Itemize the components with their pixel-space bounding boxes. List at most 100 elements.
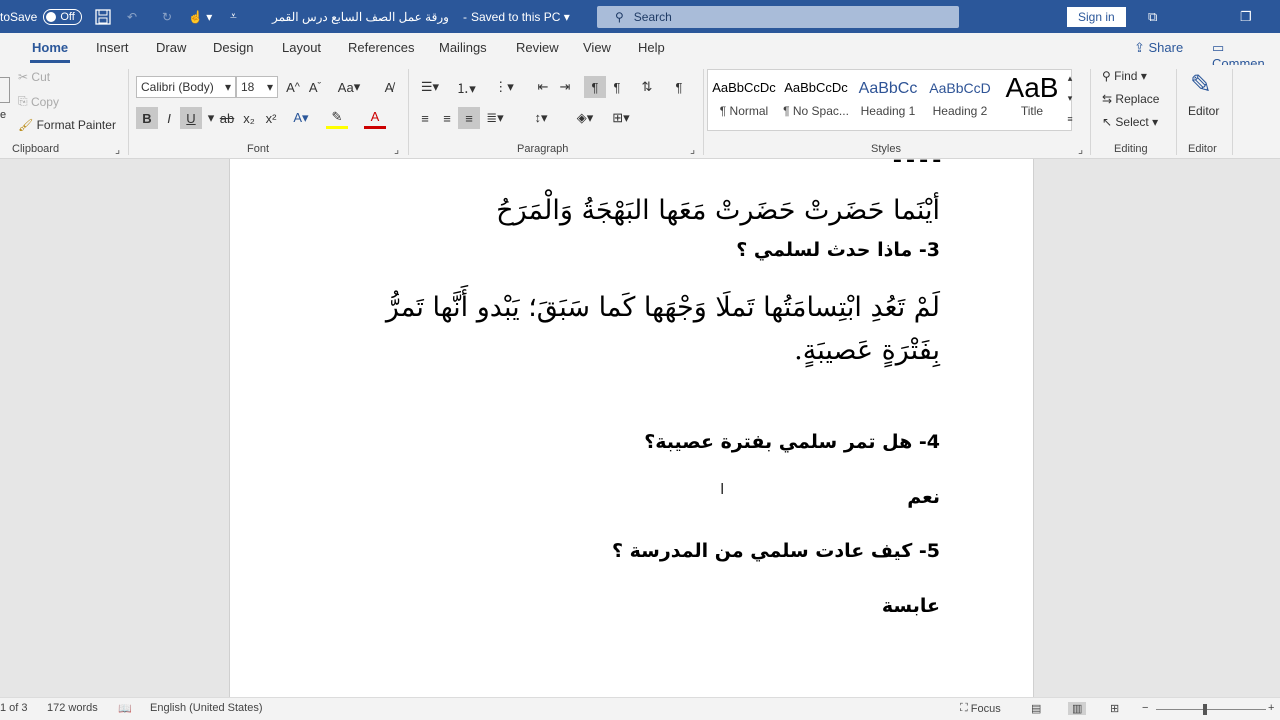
copy-button[interactable]: ⎘ Copy [18, 94, 59, 109]
editor-button-label[interactable]: Editor [1188, 104, 1219, 118]
style-title[interactable]: AaB Title [996, 70, 1068, 130]
scissors-icon: ✂ [18, 70, 29, 84]
align-right-icon[interactable]: ≡ [458, 107, 480, 129]
zoom-slider[interactable] [1156, 709, 1266, 710]
style-no-spacing[interactable]: AaBbCcDc ¶ No Spac... [780, 70, 852, 130]
align-left-icon[interactable]: ≡ [414, 107, 436, 129]
select-button[interactable]: ↖ Select ▾ [1102, 115, 1158, 129]
tab-help[interactable]: Help [638, 40, 665, 55]
document-title: ورقة عمل الصف السابع درس القمر [272, 9, 449, 24]
focus-button[interactable]: ⛶ Focus [960, 702, 1001, 715]
undo-icon[interactable]: ↶ [127, 0, 137, 33]
tab-draw[interactable]: Draw [156, 40, 186, 55]
divider [1176, 69, 1177, 155]
find-button[interactable]: ⚲ Find ▾ [1102, 69, 1147, 83]
touch-mode-icon[interactable]: ☝ ▾ [188, 0, 212, 33]
search-box[interactable]: ⚲ Search [597, 6, 959, 28]
sort-icon[interactable]: ⇅ [636, 76, 658, 98]
tab-insert[interactable]: Insert [96, 40, 129, 55]
line-spacing-icon[interactable]: ↕▾ [526, 107, 556, 129]
autosave-toggle[interactable]: Off [43, 8, 82, 25]
highlight-icon[interactable]: ✎ [326, 107, 348, 129]
tab-review[interactable]: Review [516, 40, 559, 55]
editing-group-label: Editing [1114, 143, 1148, 155]
tab-references[interactable]: References [348, 40, 414, 55]
grow-font-icon[interactable]: A ^ [282, 76, 304, 98]
italic-button[interactable]: I [158, 107, 180, 129]
restore-icon[interactable]: ❐ [1240, 0, 1252, 33]
font-launcher-icon[interactable]: ⌟ [394, 143, 399, 156]
replace-button[interactable]: ⇆ Replace [1102, 92, 1159, 106]
zoom-out-icon[interactable]: − [1142, 702, 1148, 714]
shading-icon[interactable]: ◈▾ [570, 107, 600, 129]
styles-launcher-icon[interactable]: ⌟ [1078, 143, 1083, 156]
multilevel-list-icon[interactable]: ⋮▾ [490, 76, 518, 98]
read-mode-icon[interactable]: ▤ [1031, 702, 1041, 715]
print-layout-icon[interactable]: ▥ [1068, 702, 1087, 715]
align-center-icon[interactable]: ≡ [436, 107, 458, 129]
styles-scroll-up-icon[interactable]: ▴ [1062, 69, 1078, 87]
underline-button[interactable]: U [180, 107, 202, 129]
ltr-direction-icon[interactable]: ¶ [584, 76, 606, 98]
font-name-select[interactable]: Calibri (Body) ▾ [136, 76, 236, 98]
word-count[interactable]: 172 words [47, 702, 98, 714]
sign-in-button[interactable]: Sign in [1067, 7, 1126, 27]
tab-layout[interactable]: Layout [282, 40, 321, 55]
saved-status[interactable]: Saved to this PC ▾ [471, 0, 570, 33]
shrink-font-icon[interactable]: Aˇ [304, 76, 326, 98]
ribbon-display-icon[interactable]: ⧉ [1148, 0, 1157, 33]
superscript-button[interactable]: x² [260, 107, 282, 129]
numbering-icon[interactable]: ⒈▾ [452, 76, 480, 98]
zoom-slider-thumb[interactable] [1203, 704, 1207, 715]
customize-qat-icon[interactable]: ⩡ [230, 0, 237, 33]
borders-icon[interactable]: ⊞▾ [606, 107, 636, 129]
save-icon[interactable] [95, 0, 111, 33]
document-page[interactable]: ـ ـ ـ ـ أيْنَما حَضَرتْ حَضَرتْ مَعَها ا… [229, 159, 1034, 697]
paragraph-launcher-icon[interactable]: ⌟ [690, 143, 695, 156]
autosave-label: toSave [0, 9, 38, 24]
tab-home[interactable]: Home [29, 40, 71, 63]
web-layout-icon[interactable]: ⊞ [1110, 702, 1119, 715]
rtl-direction-icon[interactable]: ¶ [606, 76, 628, 98]
page-count[interactable]: 1 of 3 [0, 702, 28, 714]
divider [408, 69, 409, 155]
clipboard-launcher-icon[interactable]: ⌟ [115, 143, 120, 156]
tab-view[interactable]: View [583, 40, 611, 55]
increase-indent-icon[interactable]: ⇥ [554, 76, 576, 98]
font-size-select[interactable]: 18 ▾ [236, 76, 278, 98]
change-case-button[interactable]: Aa ▾ [334, 76, 364, 98]
tab-mailings[interactable]: Mailings [439, 40, 487, 55]
answer-4: نعم [907, 486, 940, 508]
style-normal[interactable]: AaBbCcDc ¶ Normal [708, 70, 780, 130]
paste-button[interactable] [0, 77, 10, 103]
decrease-indent-icon[interactable]: ⇤ [532, 76, 554, 98]
autosave[interactable]: toSave Off [0, 0, 82, 33]
show-formatting-icon[interactable]: ¶ [668, 76, 690, 98]
language-indicator[interactable]: English (United States) [150, 702, 263, 714]
editor-icon[interactable]: ✎ [1190, 69, 1212, 100]
strikethrough-button[interactable]: ab [216, 107, 238, 129]
styles-scroll-down-icon[interactable]: ▾ [1062, 89, 1078, 107]
justify-icon[interactable]: ≣▾ [480, 107, 510, 129]
clear-formatting-icon[interactable]: A̸ [378, 76, 400, 98]
story-line-2a: لَمْ تَعُدِ ابْتِسامَتُها تَملَا وَجْهَه… [385, 292, 940, 323]
tab-design[interactable]: Design [213, 40, 253, 55]
format-painter-button[interactable]: 🖌 Format Painter [18, 118, 116, 132]
subscript-button[interactable]: x₂ [238, 107, 260, 129]
cut-button[interactable]: ✂ Cut [18, 70, 50, 84]
bold-button[interactable]: B [136, 107, 158, 129]
zoom-in-icon[interactable]: + [1268, 702, 1274, 714]
question-4: 4- هل تمر سلمي بفترة عصيبة؟ [644, 431, 940, 453]
share-button[interactable]: ⇪ Share [1134, 40, 1183, 56]
bullets-icon[interactable]: ☰▾ [416, 76, 444, 98]
magnifier-icon: ⚲ [1102, 69, 1111, 83]
text-cursor-icon: I [720, 481, 725, 498]
proofing-icon[interactable]: 📖 [118, 702, 132, 715]
font-color-icon[interactable]: A [364, 107, 386, 129]
styles-more-icon[interactable]: ≡ [1062, 109, 1078, 129]
redo-icon[interactable]: ↻ [162, 0, 172, 33]
text-effects-icon[interactable]: A▾ [290, 107, 312, 129]
style-heading-2[interactable]: AaBbCcD Heading 2 [924, 70, 996, 130]
style-heading-1[interactable]: AaBbCc Heading 1 [852, 70, 924, 130]
document-area[interactable]: ـ ـ ـ ـ أيْنَما حَضَرتْ حَضَرتْ مَعَها ا… [0, 159, 1280, 697]
